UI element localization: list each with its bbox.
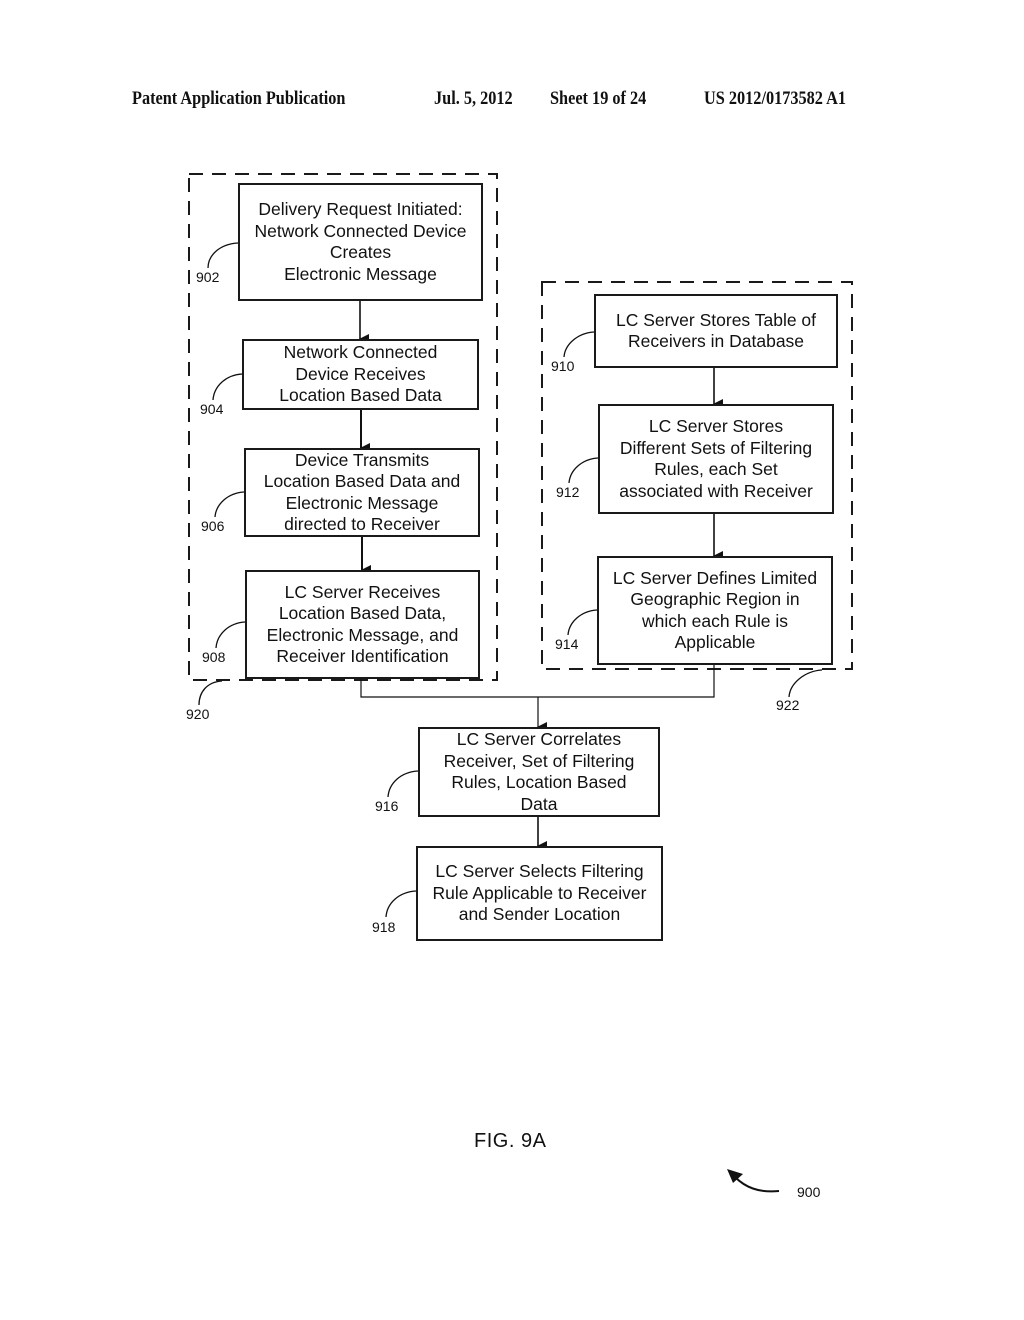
step-918-box: LC Server Selects Filtering Rule Applica… [416,846,663,941]
leader-912 [568,457,599,484]
leader-918 [385,890,417,918]
connectors-layer [188,173,853,1193]
ref-916: 916 [375,798,399,814]
ref-904: 904 [200,401,224,417]
leader-902 [207,242,239,269]
ref-910: 910 [551,358,575,374]
ref-900: 900 [797,1184,821,1200]
ref-902: 902 [196,269,220,285]
ref-906: 906 [201,518,225,534]
step-902-box: Delivery Request Initiated: Network Conn… [238,183,483,301]
step-916-box: LC Server Correlates Receiver, Set of Fi… [418,727,660,817]
ref-922: 922 [776,697,800,713]
step-912-box: LC Server Stores Different Sets of Filte… [598,404,834,514]
flowchart: Delivery Request Initiated: Network Conn… [0,0,1024,1320]
leader-922 [788,669,823,698]
figure-ref-arrow [734,1176,780,1193]
leader-904 [212,373,243,401]
leader-908 [215,621,246,649]
ref-908: 908 [202,649,226,665]
figure-label: FIG. 9A [474,1130,547,1152]
ref-914: 914 [555,636,579,652]
ref-912: 912 [556,484,580,500]
step-914-box: LC Server Defines Limited Geographic Reg… [597,556,833,665]
leader-914 [567,609,598,636]
step-906-box: Device Transmits Location Based Data and… [244,448,480,537]
step-910-box: LC Server Stores Table of Receivers in D… [594,294,838,368]
leader-910 [563,331,595,358]
leader-906 [214,491,245,518]
leader-920 [198,680,223,706]
leader-916 [387,770,419,798]
ref-920: 920 [186,706,210,722]
step-904-box: Network Connected Device Receives Locati… [242,339,479,410]
step-908-box: LC Server Receives Location Based Data, … [245,570,480,679]
ref-918: 918 [372,919,396,935]
